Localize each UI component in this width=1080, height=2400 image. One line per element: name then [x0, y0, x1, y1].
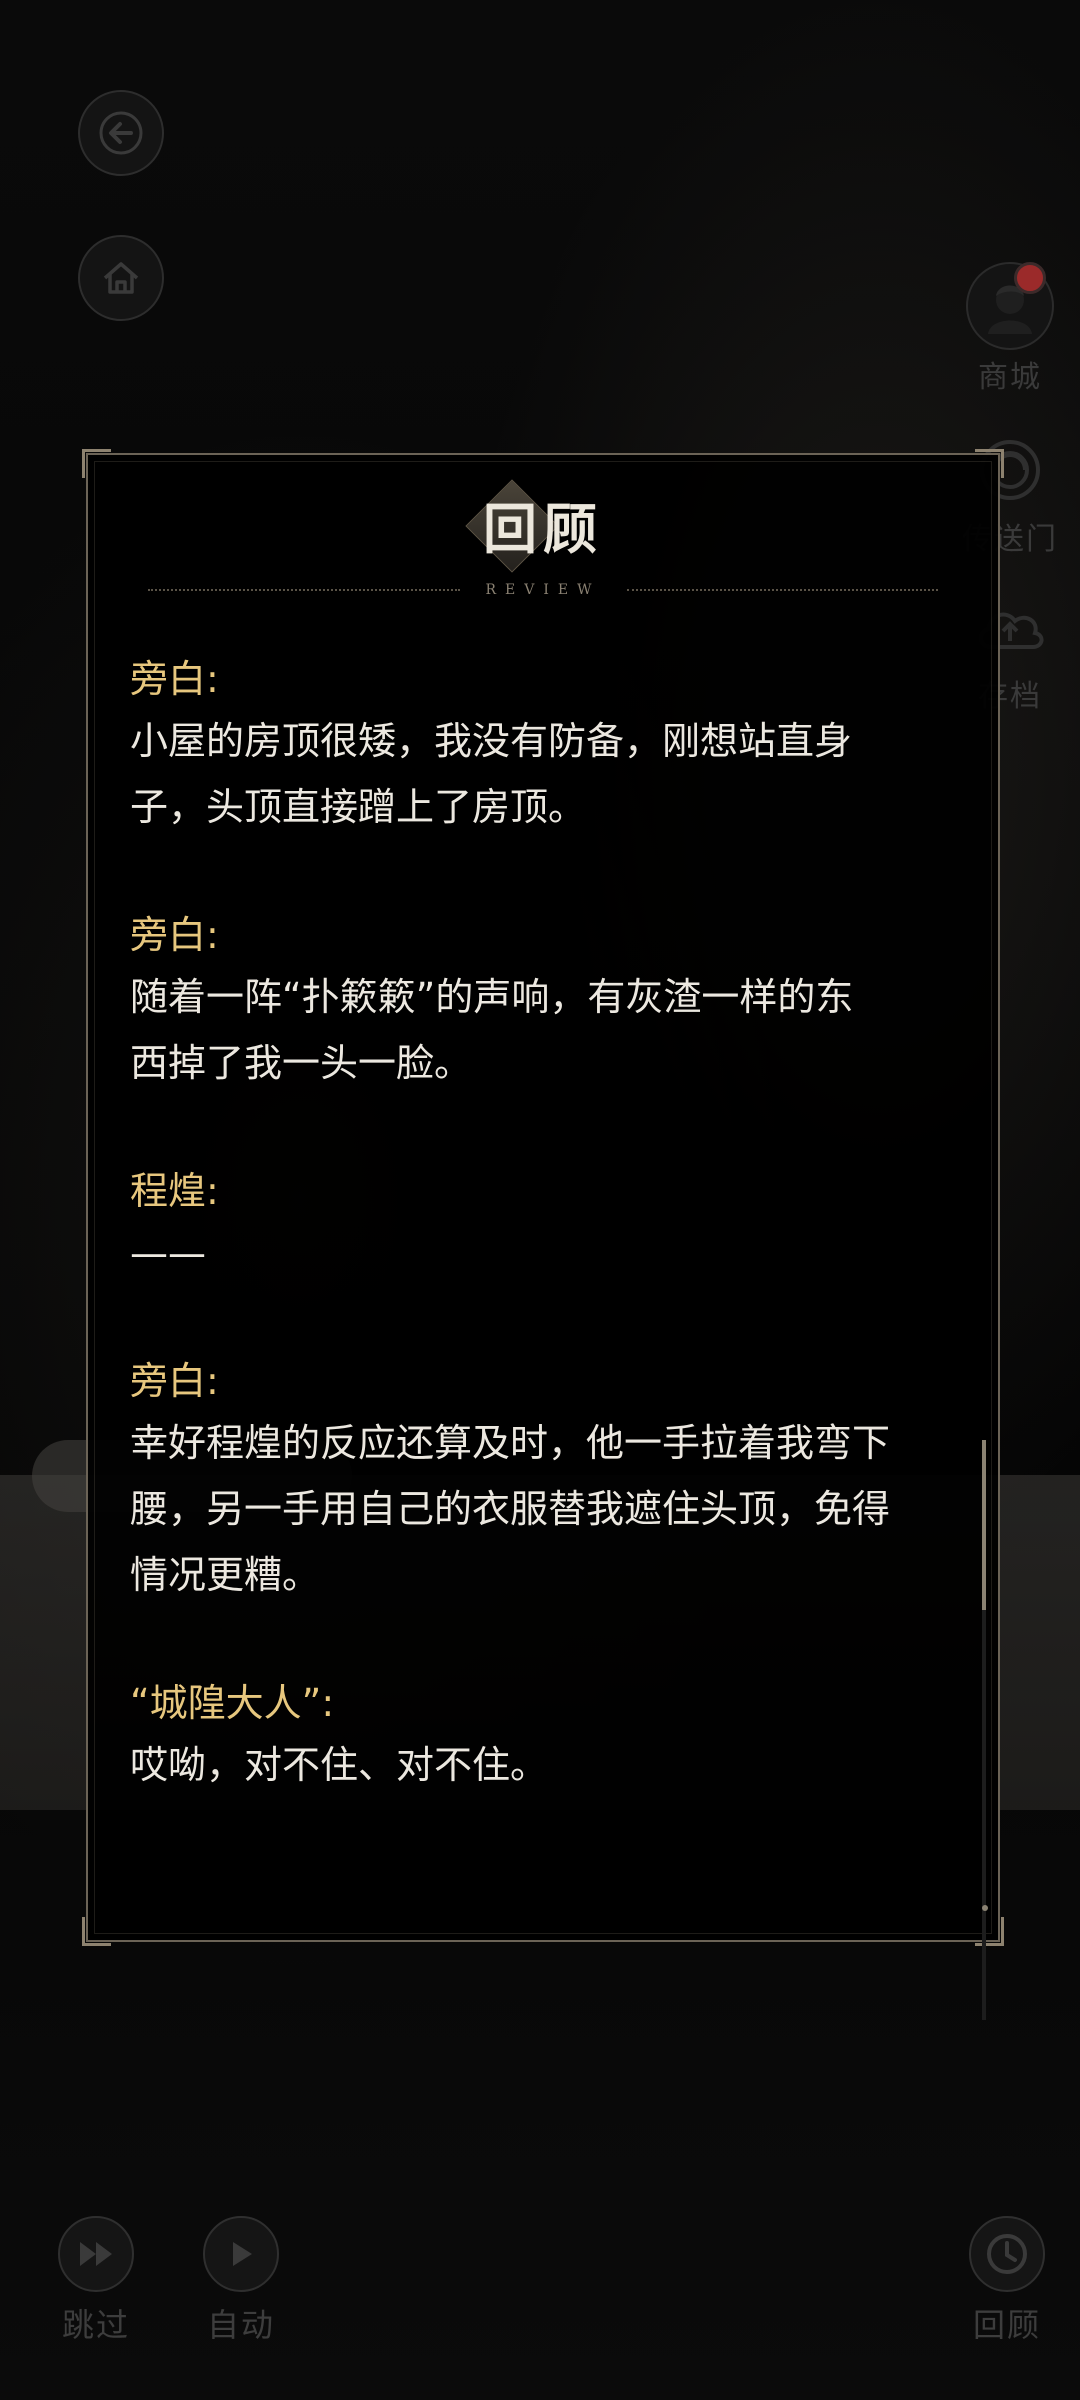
- review-button[interactable]: 回顾: [952, 2216, 1062, 2346]
- speaker-name: 旁白:: [130, 913, 219, 957]
- review-entry: 程煌: ——: [130, 1162, 970, 1286]
- dialogue-line: 随着一阵“扑簌簌”的声响，有灰渣一样的东: [130, 975, 854, 1019]
- scroll-end-dot: [982, 1905, 988, 1911]
- review-entry: 旁白: 幸好程煌的反应还算及时，他一手拉着我弯下 腰，另一手用自己的衣服替我遮住…: [130, 1352, 970, 1608]
- review-entry: 旁白: 随着一阵“扑簌簌”的声响，有灰渣一样的东 西掉了我一头一脸。: [130, 906, 970, 1096]
- back-button[interactable]: [78, 90, 164, 176]
- auto-label: 自动: [206, 2306, 275, 2344]
- panel-header: 回顾: [88, 479, 998, 573]
- review-panel: 回顾 REVIEW 旁白: 小屋的房顶很矮，我没有防备，刚想站直身 子，头顶直接…: [82, 449, 1004, 2020]
- panel-subtitle: REVIEW: [485, 582, 601, 598]
- home-button[interactable]: [78, 235, 164, 321]
- scrollbar-thumb[interactable]: [982, 1440, 986, 1610]
- panel-title: 回顾: [483, 497, 603, 561]
- review-entry: “城隍大人”: 哎呦，对不住、对不住。: [130, 1674, 970, 1798]
- review-entry: 旁白: 小屋的房顶很矮，我没有防备，刚想站直身 子，头顶直接蹭上了房顶。: [130, 650, 970, 840]
- clock-icon: [969, 2216, 1045, 2292]
- dialogue-line: 子，头顶直接蹭上了房顶。: [130, 785, 587, 829]
- skip-button[interactable]: 跳过: [41, 2216, 151, 2346]
- notification-dot: [1014, 262, 1046, 294]
- panel-corner: [975, 449, 1004, 478]
- shop-button[interactable]: 商城: [960, 262, 1060, 396]
- dialogue-line: 西掉了我一头一脸。: [130, 1041, 473, 1085]
- speaker-name: 旁白:: [130, 657, 219, 701]
- back-arrow-icon: [99, 111, 143, 155]
- review-label: 回顾: [972, 2306, 1041, 2344]
- panel-corner: [975, 1917, 1004, 1946]
- speaker-name: 程煌:: [130, 1169, 219, 1213]
- panel-corner: [82, 449, 111, 478]
- dialogue-line: 哎呦，对不住、对不住。: [130, 1743, 549, 1787]
- dialogue-line: 幸好程煌的反应还算及时，他一手拉着我弯下: [130, 1421, 891, 1465]
- speaker-name: 旁白:: [130, 1359, 219, 1403]
- review-list[interactable]: 旁白: 小屋的房顶很矮，我没有防备，刚想站直身 子，头顶直接蹭上了房顶。 旁白:…: [130, 650, 970, 1864]
- skip-label: 跳过: [61, 2306, 130, 2344]
- speaker-name: “城隍大人”:: [130, 1681, 335, 1725]
- dialogue-line: 腰，另一手用自己的衣服替我遮住头顶，免得: [130, 1487, 891, 1531]
- dialogue-line: ——: [130, 1231, 206, 1275]
- play-icon: [203, 2216, 279, 2292]
- home-icon: [103, 262, 139, 294]
- dialogue-line: 情况更糟。: [130, 1553, 321, 1597]
- subtitle-divider: REVIEW: [148, 575, 939, 605]
- scrollbar[interactable]: [982, 1440, 986, 2020]
- dotted-divider: [626, 589, 939, 591]
- dialogue-line: 小屋的房顶很矮，我没有防备，刚想站直身: [130, 719, 853, 763]
- panel-corner: [82, 1917, 111, 1946]
- fast-forward-icon: [58, 2216, 134, 2292]
- dotted-divider: [148, 589, 460, 591]
- auto-button[interactable]: 自动: [186, 2216, 296, 2346]
- shop-label: 商城: [978, 360, 1042, 395]
- avatar: [966, 262, 1054, 350]
